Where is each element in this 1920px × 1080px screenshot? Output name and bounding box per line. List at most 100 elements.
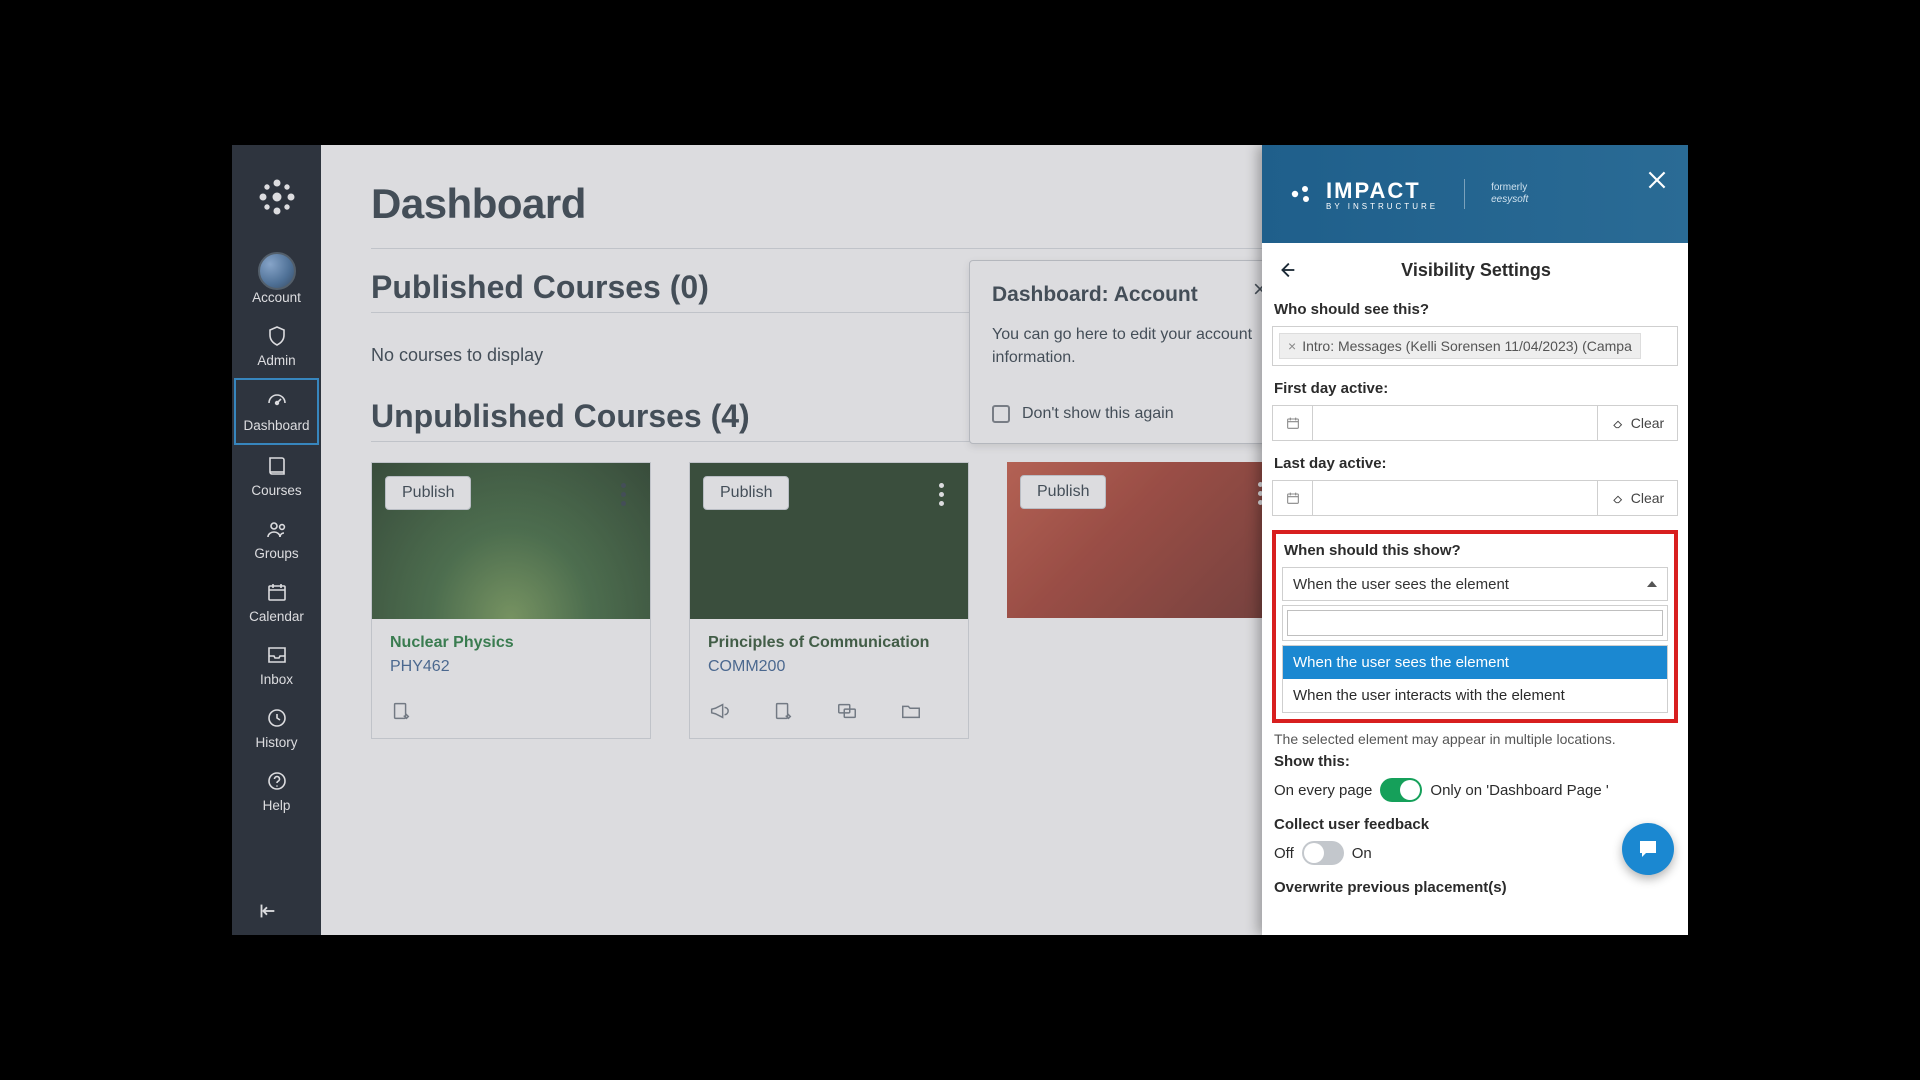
- kebab-icon[interactable]: [612, 481, 634, 507]
- kebab-icon[interactable]: [930, 481, 952, 507]
- when-search-wrap: [1282, 605, 1668, 641]
- collect-feedback-toggle[interactable]: [1302, 841, 1344, 865]
- checkbox-icon: [992, 405, 1010, 423]
- overwrite-label: Overwrite previous placement(s): [1274, 879, 1676, 896]
- nav-courses[interactable]: Courses: [234, 445, 319, 508]
- on-label: On: [1352, 845, 1372, 862]
- eraser-icon: [1611, 491, 1625, 505]
- eraser-icon: [1611, 416, 1625, 430]
- off-label: Off: [1274, 845, 1294, 862]
- nav-admin[interactable]: Admin: [234, 315, 319, 378]
- course-name: Nuclear Physics: [390, 634, 632, 652]
- hint-text: The selected element may appear in multi…: [1274, 731, 1676, 747]
- show-this-label: Show this:: [1274, 753, 1676, 770]
- left-nav: Account Admin Dashboard Courses Groups C…: [232, 145, 321, 935]
- collect-feedback-label: Collect user feedback: [1274, 816, 1676, 833]
- collect-feedback-row: Off On: [1274, 841, 1676, 865]
- panel-title: Visibility Settings: [1358, 260, 1594, 281]
- chip-label: Intro: Messages (Kelli Sorensen 11/04/20…: [1302, 338, 1632, 354]
- nav-label: Inbox: [260, 672, 293, 687]
- calendar-icon: [264, 579, 290, 605]
- when-option[interactable]: When the user sees the element: [1283, 646, 1667, 679]
- who-label: Who should see this?: [1274, 301, 1676, 318]
- when-select[interactable]: When the user sees the element: [1282, 567, 1668, 601]
- canvas-logo-icon: [255, 175, 299, 219]
- assignments-icon[interactable]: [772, 700, 794, 722]
- nav-label: Courses: [251, 483, 301, 498]
- announcements-icon[interactable]: [708, 700, 730, 722]
- assignments-icon[interactable]: [390, 700, 412, 722]
- dont-show-checkbox[interactable]: Don't show this again: [992, 405, 1268, 423]
- popover-body: You can go here to edit your account inf…: [992, 323, 1268, 369]
- course-card[interactable]: Publish Nuclear Physics PHY462: [371, 462, 651, 739]
- when-option[interactable]: When the user interacts with the element: [1283, 679, 1667, 712]
- book-icon: [264, 453, 290, 479]
- calendar-icon[interactable]: [1273, 406, 1313, 440]
- course-code: COMM200: [708, 658, 950, 676]
- brand-formerly: formerly eesysoft: [1491, 182, 1528, 206]
- tooltip-popover: Dashboard: Account You can go here to ed…: [969, 260, 1291, 444]
- chat-fab[interactable]: [1622, 823, 1674, 875]
- last-day-field: Clear: [1272, 480, 1678, 516]
- course-card-image: Publish: [1007, 462, 1287, 618]
- help-icon: [264, 768, 290, 794]
- show-this-toggle[interactable]: [1380, 778, 1422, 802]
- when-dropdown-section: When should this show? When the user see…: [1272, 530, 1678, 723]
- brand-sub: BY INSTRUCTURE: [1326, 202, 1438, 211]
- nav-dashboard[interactable]: Dashboard: [234, 378, 319, 445]
- clear-button[interactable]: Clear: [1597, 406, 1677, 440]
- last-day-input[interactable]: [1313, 481, 1597, 515]
- close-icon[interactable]: [1644, 167, 1672, 195]
- nav-history[interactable]: History: [234, 697, 319, 760]
- nav-account[interactable]: Account: [234, 244, 319, 315]
- impact-brand: IMPACT BY INSTRUCTURE formerly eesysoft: [1288, 178, 1528, 211]
- avatar-icon: [258, 252, 296, 290]
- nav-inbox[interactable]: Inbox: [234, 634, 319, 697]
- course-card-image: Publish: [372, 463, 650, 619]
- nav-label: Admin: [257, 353, 295, 368]
- calendar-icon[interactable]: [1273, 481, 1313, 515]
- when-search-input[interactable]: [1287, 610, 1663, 636]
- when-options-list: When the user sees the element When the …: [1282, 645, 1668, 713]
- who-tokenbox[interactable]: × Intro: Messages (Kelli Sorensen 11/04/…: [1272, 326, 1678, 366]
- nav-label: Dashboard: [243, 418, 309, 433]
- publish-button[interactable]: Publish: [385, 476, 471, 510]
- nav-label: Groups: [254, 546, 298, 561]
- nav-label: Help: [263, 798, 291, 813]
- publish-button[interactable]: Publish: [1020, 475, 1106, 509]
- who-chip[interactable]: × Intro: Messages (Kelli Sorensen 11/04/…: [1279, 333, 1641, 359]
- nav-groups[interactable]: Groups: [234, 508, 319, 571]
- course-code: PHY462: [390, 658, 632, 676]
- last-day-label: Last day active:: [1274, 455, 1676, 472]
- clear-button[interactable]: Clear: [1597, 481, 1677, 515]
- collapse-nav[interactable]: [232, 893, 321, 929]
- discussions-icon[interactable]: [836, 700, 858, 722]
- course-name: Principles of Communication: [708, 634, 950, 652]
- popover-title: Dashboard: Account: [992, 283, 1268, 307]
- first-day-label: First day active:: [1274, 380, 1676, 397]
- shield-icon: [264, 323, 290, 349]
- show-this-toggle-row: On every page Only on 'Dashboard Page ': [1274, 778, 1676, 802]
- course-card[interactable]: Publish: [1007, 462, 1287, 618]
- panel-titlebar: Visibility Settings: [1262, 243, 1688, 297]
- caret-up-icon: [1647, 581, 1657, 587]
- nav-calendar[interactable]: Calendar: [234, 571, 319, 634]
- when-label: When should this show?: [1284, 542, 1666, 559]
- course-card[interactable]: Publish Principles of Communication COMM…: [689, 462, 969, 739]
- publish-button[interactable]: Publish: [703, 476, 789, 510]
- panel-header: IMPACT BY INSTRUCTURE formerly eesysoft: [1262, 145, 1688, 243]
- files-icon[interactable]: [900, 700, 922, 722]
- back-arrow-icon[interactable]: [1276, 259, 1298, 281]
- first-day-input[interactable]: [1313, 406, 1597, 440]
- checkbox-label: Don't show this again: [1022, 405, 1174, 423]
- toggle-left-label: On every page: [1274, 782, 1372, 799]
- settings-panel: IMPACT BY INSTRUCTURE formerly eesysoft …: [1262, 145, 1688, 935]
- people-icon: [264, 516, 290, 542]
- course-card-image: Publish: [690, 463, 968, 619]
- brand-text: IMPACT: [1326, 178, 1421, 203]
- chip-remove-icon[interactable]: ×: [1288, 338, 1296, 354]
- gauge-icon: [264, 388, 290, 414]
- nav-help[interactable]: Help: [234, 760, 319, 823]
- nav-label: History: [255, 735, 297, 750]
- nav-label: Account: [252, 290, 301, 305]
